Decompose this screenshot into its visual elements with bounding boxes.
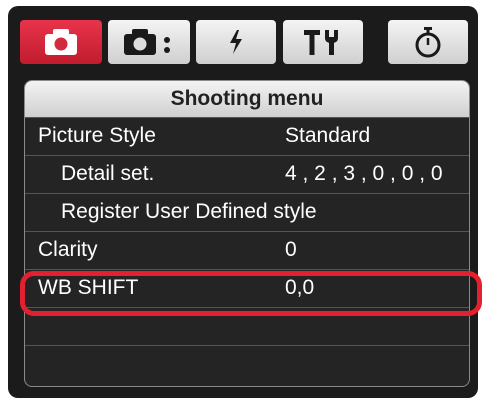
menu-item-detail-set[interactable]: Detail set. 4 , 2 , 3 , 0 , 0 , 0 [25, 155, 469, 193]
camera-menu-window: Shooting menu Picture Style Standard Det… [8, 6, 482, 398]
menu-item-label: Picture Style [38, 124, 156, 147]
menu-item-value: 4 , 2 , 3 , 0 , 0 , 0 [285, 162, 443, 185]
tab-shooting-2[interactable] [108, 20, 190, 64]
menu-title: Shooting menu [25, 81, 469, 117]
shooting-menu-panel: Shooting menu Picture Style Standard Det… [24, 80, 470, 387]
timer-icon [415, 27, 441, 58]
custom-functions-icon [304, 30, 338, 55]
flash-icon [230, 30, 242, 54]
tab-shooting[interactable] [20, 20, 102, 64]
menu-item-register-user-defined-style[interactable]: Register User Defined style [25, 193, 469, 231]
menu-item-label: Clarity [38, 238, 98, 261]
menu-item-label: Register User Defined style [61, 200, 317, 223]
tab-timer[interactable] [388, 20, 468, 64]
menu-item-label: Detail set. [61, 162, 155, 185]
menu-empty-row [25, 345, 469, 383]
menu-item-value: 0 [285, 238, 297, 261]
menu-item-clarity[interactable]: Clarity 0 [25, 231, 469, 269]
wb-shift-highlight-outline [20, 271, 482, 316]
menu-item-value: Standard [285, 124, 371, 147]
tab-bar [8, 6, 478, 76]
camera-icon [45, 29, 77, 55]
tab-flash[interactable] [196, 20, 276, 64]
menu-item-picture-style[interactable]: Picture Style Standard [25, 117, 469, 155]
tab-custom-functions[interactable] [283, 20, 363, 64]
camera-dots-icon [124, 29, 170, 55]
